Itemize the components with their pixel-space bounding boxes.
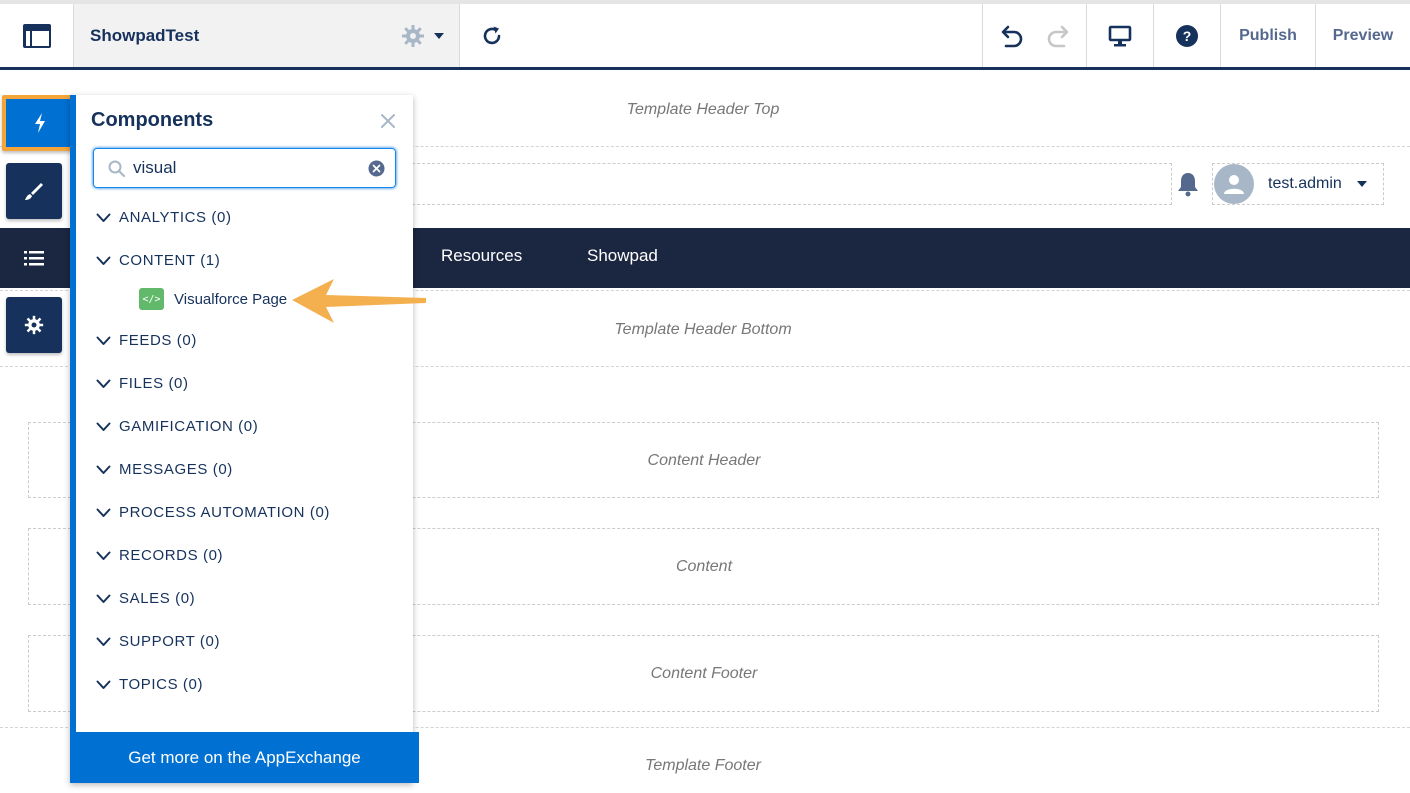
- device-preview-button[interactable]: [1087, 4, 1154, 67]
- site-selector[interactable]: ShowpadTest: [74, 4, 460, 67]
- component-visualforce-page[interactable]: </> Visualforce Page: [139, 288, 287, 310]
- category-label: MESSAGES (0): [119, 461, 233, 478]
- category-label: RECORDS (0): [119, 547, 224, 564]
- annotation-arrow-icon: [292, 279, 426, 323]
- desktop-icon: [1108, 25, 1132, 46]
- category-label: FEEDS (0): [119, 332, 197, 349]
- user-menu[interactable]: test.admin: [1212, 163, 1384, 205]
- svg-text:?: ?: [1183, 28, 1192, 44]
- category-label: FILES (0): [119, 375, 189, 392]
- category-label: CONTENT (1): [119, 252, 221, 269]
- user-icon: [1224, 175, 1244, 194]
- category-label: ANALYTICS (0): [119, 209, 232, 226]
- template-header-bottom-label: Template Header Bottom: [614, 321, 792, 338]
- chevron-down-icon: [96, 508, 111, 517]
- category-label: SALES (0): [119, 590, 196, 607]
- chevron-down-icon: [96, 336, 111, 345]
- redo-icon[interactable]: [1046, 24, 1072, 48]
- category-label: TOPICS (0): [119, 676, 204, 693]
- search-bar-placeholder[interactable]: [412, 163, 1172, 205]
- chevron-down-icon: [96, 594, 111, 603]
- chevron-down-icon: [96, 379, 111, 388]
- category-content[interactable]: CONTENT (1): [96, 252, 220, 269]
- content-footer-label: Content Footer: [650, 665, 758, 682]
- components-rail-button[interactable]: [2, 95, 78, 151]
- category-label: GAMIFICATION (0): [119, 418, 259, 435]
- component-label: Visualforce Page: [174, 290, 288, 308]
- clear-search-icon[interactable]: [368, 160, 385, 177]
- help-button[interactable]: ?: [1154, 4, 1221, 67]
- chevron-down-icon: [96, 256, 111, 265]
- template-footer-label: Template Footer: [645, 757, 761, 774]
- undo-icon[interactable]: [998, 24, 1024, 48]
- category-sales[interactable]: SALES (0): [96, 590, 195, 607]
- builder-toolbar: ShowpadTest ? Publish Preview: [0, 0, 1410, 70]
- caret-down-icon: [1356, 181, 1367, 187]
- lightning-icon: [35, 113, 45, 133]
- component-search-field: [93, 148, 396, 188]
- components-panel: Components ANALYTICS (0) CONTENT (1) </>…: [70, 95, 419, 783]
- category-topics[interactable]: TOPICS (0): [96, 676, 203, 693]
- list-icon: [24, 251, 44, 266]
- bell-icon[interactable]: [1176, 171, 1200, 197]
- category-gamification[interactable]: GAMIFICATION (0): [96, 418, 258, 435]
- content-label: Content: [675, 558, 733, 575]
- chevron-down-icon: [96, 465, 111, 474]
- refresh-button[interactable]: [460, 4, 524, 67]
- category-support[interactable]: SUPPORT (0): [96, 633, 220, 650]
- nav-item-showpad[interactable]: Showpad: [587, 246, 658, 266]
- help-icon: ?: [1176, 24, 1198, 47]
- category-files[interactable]: FILES (0): [96, 375, 189, 392]
- chevron-down-icon: [96, 680, 111, 689]
- category-label: SUPPORT (0): [119, 633, 221, 650]
- category-process-automation[interactable]: PROCESS AUTOMATION (0): [96, 504, 330, 521]
- refresh-icon: [483, 26, 501, 44]
- theme-rail-button[interactable]: [6, 163, 62, 219]
- caret-down-icon[interactable]: [433, 32, 445, 40]
- page-structure-rail-button[interactable]: [0, 228, 70, 288]
- user-name: test.admin: [1268, 175, 1342, 192]
- appexchange-link[interactable]: Get more on the AppExchange: [70, 732, 419, 783]
- category-messages[interactable]: MESSAGES (0): [96, 461, 233, 478]
- preview-button[interactable]: Preview: [1316, 4, 1410, 67]
- chevron-down-icon: [96, 637, 111, 646]
- panel-title: Components: [91, 109, 214, 131]
- panel-toggle-button[interactable]: [0, 4, 74, 67]
- publish-button[interactable]: Publish: [1221, 4, 1316, 67]
- template-header-top-label: Template Header Top: [626, 101, 780, 118]
- category-feeds[interactable]: FEEDS (0): [96, 332, 197, 349]
- chevron-down-icon: [96, 422, 111, 431]
- code-icon: </>: [139, 288, 164, 310]
- toolbar-spacer: [524, 4, 983, 67]
- brush-icon: [25, 183, 43, 200]
- search-icon: [108, 160, 125, 177]
- close-icon[interactable]: [380, 113, 396, 129]
- settings-rail-button[interactable]: [6, 297, 62, 353]
- category-label: PROCESS AUTOMATION (0): [119, 504, 331, 521]
- category-records[interactable]: RECORDS (0): [96, 547, 223, 564]
- chevron-down-icon: [96, 213, 111, 222]
- undo-redo-group: [983, 4, 1087, 67]
- nav-item-resources[interactable]: Resources: [441, 246, 522, 266]
- gear-icon: [24, 315, 44, 335]
- layout-panel-icon: [22, 23, 51, 48]
- category-analytics[interactable]: ANALYTICS (0): [96, 209, 232, 226]
- avatar: [1214, 164, 1254, 204]
- content-header-label: Content Header: [647, 452, 761, 469]
- chevron-down-icon: [96, 551, 111, 560]
- component-search-input[interactable]: [133, 158, 353, 178]
- site-name: ShowpadTest: [90, 25, 200, 45]
- gear-icon[interactable]: [401, 24, 425, 48]
